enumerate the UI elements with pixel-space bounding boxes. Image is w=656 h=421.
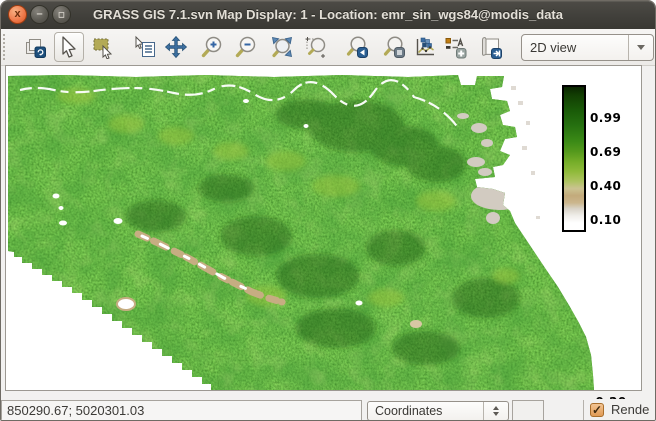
- map-display-canvas[interactable]: 0.99 0.69 0.40 0.10 -0.20: [5, 65, 642, 391]
- zoom-back-icon: [345, 35, 369, 59]
- statusbar-mode-select[interactable]: Coordinates: [367, 401, 509, 421]
- render-map-button[interactable]: [20, 32, 50, 62]
- add-map-elements-button[interactable]: [440, 32, 470, 62]
- statusbar: 850290.67; 5020301.03 Coordinates ✓ Rend…: [1, 399, 655, 421]
- save-display-button[interactable]: [476, 32, 506, 62]
- toolbar-gripper[interactable]: [3, 34, 8, 60]
- render-checkbox[interactable]: ✓: [590, 403, 604, 417]
- add-map-elements-icon: [443, 35, 467, 59]
- query-icon: [133, 35, 157, 59]
- statusbar-divider: [583, 400, 584, 421]
- zoom-in-button[interactable]: [197, 32, 227, 62]
- select-features-button[interactable]: [88, 32, 118, 62]
- render-map-icon: [23, 35, 47, 59]
- window-title: GRASS GIS 7.1.svn Map Display: 1 - Locat…: [1, 1, 655, 29]
- analyze-map-button[interactable]: [410, 32, 440, 62]
- save-display-icon: [478, 34, 504, 60]
- zoom-options-icon: [382, 35, 406, 59]
- spinner-icon[interactable]: [483, 402, 508, 420]
- chevron-down-icon[interactable]: [628, 35, 653, 60]
- zoom-back-button[interactable]: [342, 32, 372, 62]
- legend-tick-label: 0.40: [590, 179, 640, 193]
- pan-icon: [164, 35, 188, 59]
- zoom-out-button[interactable]: [231, 32, 261, 62]
- zoom-out-icon: [234, 35, 258, 59]
- titlebar: x – ◻ GRASS GIS 7.1.svn Map Display: 1 -…: [1, 1, 655, 30]
- coordinates-display: 850290.67; 5020301.03: [1, 400, 362, 421]
- zoom-options-button[interactable]: [379, 32, 409, 62]
- zoom-extent-button[interactable]: [267, 32, 297, 62]
- pointer-button[interactable]: [54, 32, 84, 62]
- legend-color-bar: [562, 85, 586, 232]
- view-mode-value: 2D view: [522, 40, 628, 55]
- grass-map-display-window: x – ◻ GRASS GIS 7.1.svn Map Display: 1 -…: [0, 0, 656, 421]
- zoom-region-icon: [304, 35, 328, 59]
- legend-tick-label: 0.10: [590, 213, 640, 227]
- map-toolbar: 2D view: [1, 29, 655, 66]
- zoom-region-button[interactable]: [301, 32, 331, 62]
- zoom-extent-icon: [270, 35, 294, 59]
- select-features-icon: [91, 35, 115, 59]
- render-checkbox-label: Rende: [611, 402, 649, 417]
- ndvi-raster: [6, 66, 641, 390]
- view-mode-select[interactable]: 2D view: [521, 34, 654, 61]
- legend-tick-label: 0.69: [590, 145, 640, 159]
- query-button[interactable]: [130, 32, 160, 62]
- legend-tick-label: 0.99: [590, 111, 640, 125]
- pointer-icon: [57, 35, 81, 59]
- analyze-map-icon: [413, 35, 437, 59]
- statusbar-mode-value: Coordinates: [368, 404, 483, 418]
- statusbar-progress-panel: [512, 400, 544, 421]
- pan-button[interactable]: [161, 32, 191, 62]
- zoom-in-icon: [200, 35, 224, 59]
